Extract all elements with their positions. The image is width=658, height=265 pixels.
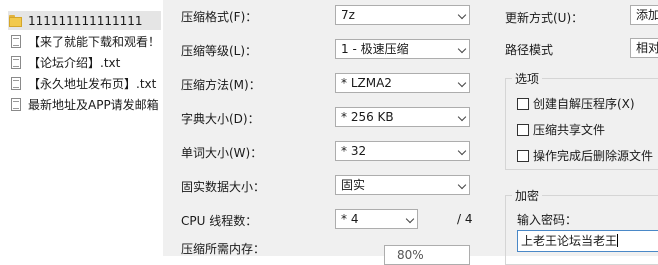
chevron-down-icon	[457, 146, 467, 156]
update-mode-select[interactable]: 添加	[630, 5, 658, 25]
path-mode-select[interactable]: 相对	[630, 38, 658, 58]
format-select[interactable]: 7z	[335, 5, 470, 25]
checkbox-box[interactable]	[517, 123, 529, 136]
options-group-title: 选项	[512, 70, 543, 87]
dictionary-size-label: 字典大小(D)：	[181, 112, 260, 126]
solid-block-select[interactable]: 固实	[335, 175, 470, 195]
level-select[interactable]: 1 - 极速压缩	[335, 39, 470, 59]
chevron-down-icon	[457, 180, 467, 190]
word-size-label: 单词大小(W)：	[181, 146, 263, 160]
chevron-down-icon	[457, 112, 467, 122]
format-value: 7z	[341, 8, 355, 22]
format-label: 压缩格式(F)：	[181, 10, 258, 24]
text-caret	[617, 234, 619, 247]
file-name: 【来了就能下载和观看！	[28, 35, 161, 49]
list-item[interactable]: 【来了就能下载和观看！	[8, 32, 161, 51]
create-sfx-label: 创建自解压程序(X)	[533, 97, 635, 111]
solid-block-value: 固实	[341, 178, 366, 192]
method-label: 压缩方法(M)：	[181, 78, 261, 92]
file-name: 【永久地址发布页】.txt	[28, 77, 157, 91]
file-name: 最新地址及APP请发邮箱	[28, 98, 159, 112]
text-file-icon	[8, 55, 24, 71]
folder-icon	[8, 13, 24, 29]
checkbox-box[interactable]	[517, 149, 529, 162]
list-item-folder[interactable]: 111111111111111	[8, 11, 161, 30]
file-name: 【论坛介绍】.txt	[28, 56, 121, 70]
memory-usage-value: 80%	[397, 248, 424, 262]
cpu-threads-value: * 4	[341, 212, 359, 226]
password-label: 输入密码：	[517, 213, 578, 227]
method-select[interactable]: * LZMA2	[335, 73, 470, 93]
method-value: * LZMA2	[341, 76, 392, 90]
cpu-threads-select[interactable]: * 4	[335, 209, 418, 229]
encryption-group-title: 加密	[512, 187, 543, 204]
memory-usage-field[interactable]: 80%	[384, 245, 470, 265]
password-value: 上老王论坛当老王	[521, 234, 618, 248]
create-sfx-checkbox[interactable]: 创建自解压程序(X)	[517, 95, 635, 112]
list-item[interactable]: 【论坛介绍】.txt	[8, 53, 161, 72]
chevron-down-icon	[405, 214, 415, 224]
compress-shared-label: 压缩共享文件	[533, 123, 606, 137]
cpu-threads-label: CPU 线程数：	[181, 214, 258, 228]
delete-after-checkbox[interactable]: 操作完成后删除源文件	[517, 147, 653, 164]
password-input[interactable]: 上老王论坛当老王	[517, 230, 658, 252]
dictionary-size-value: * 256 KB	[341, 110, 394, 124]
update-mode-value: 添加	[636, 8, 658, 22]
delete-after-label: 操作完成后删除源文件	[533, 149, 654, 163]
level-label: 压缩等级(L)：	[181, 44, 258, 58]
memory-usage-label: 压缩所需内存：	[181, 242, 266, 256]
list-item[interactable]: 【永久地址发布页】.txt	[8, 74, 161, 93]
chevron-down-icon	[457, 44, 467, 54]
word-size-value: * 32	[341, 144, 367, 158]
text-file-icon	[8, 34, 24, 50]
checkbox-box[interactable]	[517, 97, 529, 110]
file-name: 111111111111111	[28, 13, 143, 28]
word-size-select[interactable]: * 32	[335, 141, 470, 161]
text-file-icon	[8, 97, 24, 113]
list-item[interactable]: 最新地址及APP请发邮箱	[8, 95, 161, 114]
dictionary-size-select[interactable]: * 256 KB	[335, 107, 470, 127]
text-file-icon	[8, 76, 24, 92]
solid-block-label: 固实数据大小：	[181, 180, 266, 194]
path-mode-label: 路径模式	[505, 43, 554, 57]
file-list: 111111111111111 【来了就能下载和观看！ 【论坛介绍】.txt 【…	[0, 0, 163, 256]
chevron-down-icon	[457, 78, 467, 88]
chevron-down-icon	[457, 10, 467, 20]
cpu-threads-total: / 4	[457, 212, 473, 226]
update-mode-label: 更新方式(U)：	[505, 11, 584, 25]
compress-shared-checkbox[interactable]: 压缩共享文件	[517, 121, 605, 138]
path-mode-value: 相对	[636, 41, 658, 55]
archive-settings-dialog: 压缩格式(F)： 压缩等级(L)： 压缩方法(M)： 字典大小(D)： 单词大小…	[163, 0, 658, 265]
level-value: 1 - 极速压缩	[341, 42, 409, 56]
